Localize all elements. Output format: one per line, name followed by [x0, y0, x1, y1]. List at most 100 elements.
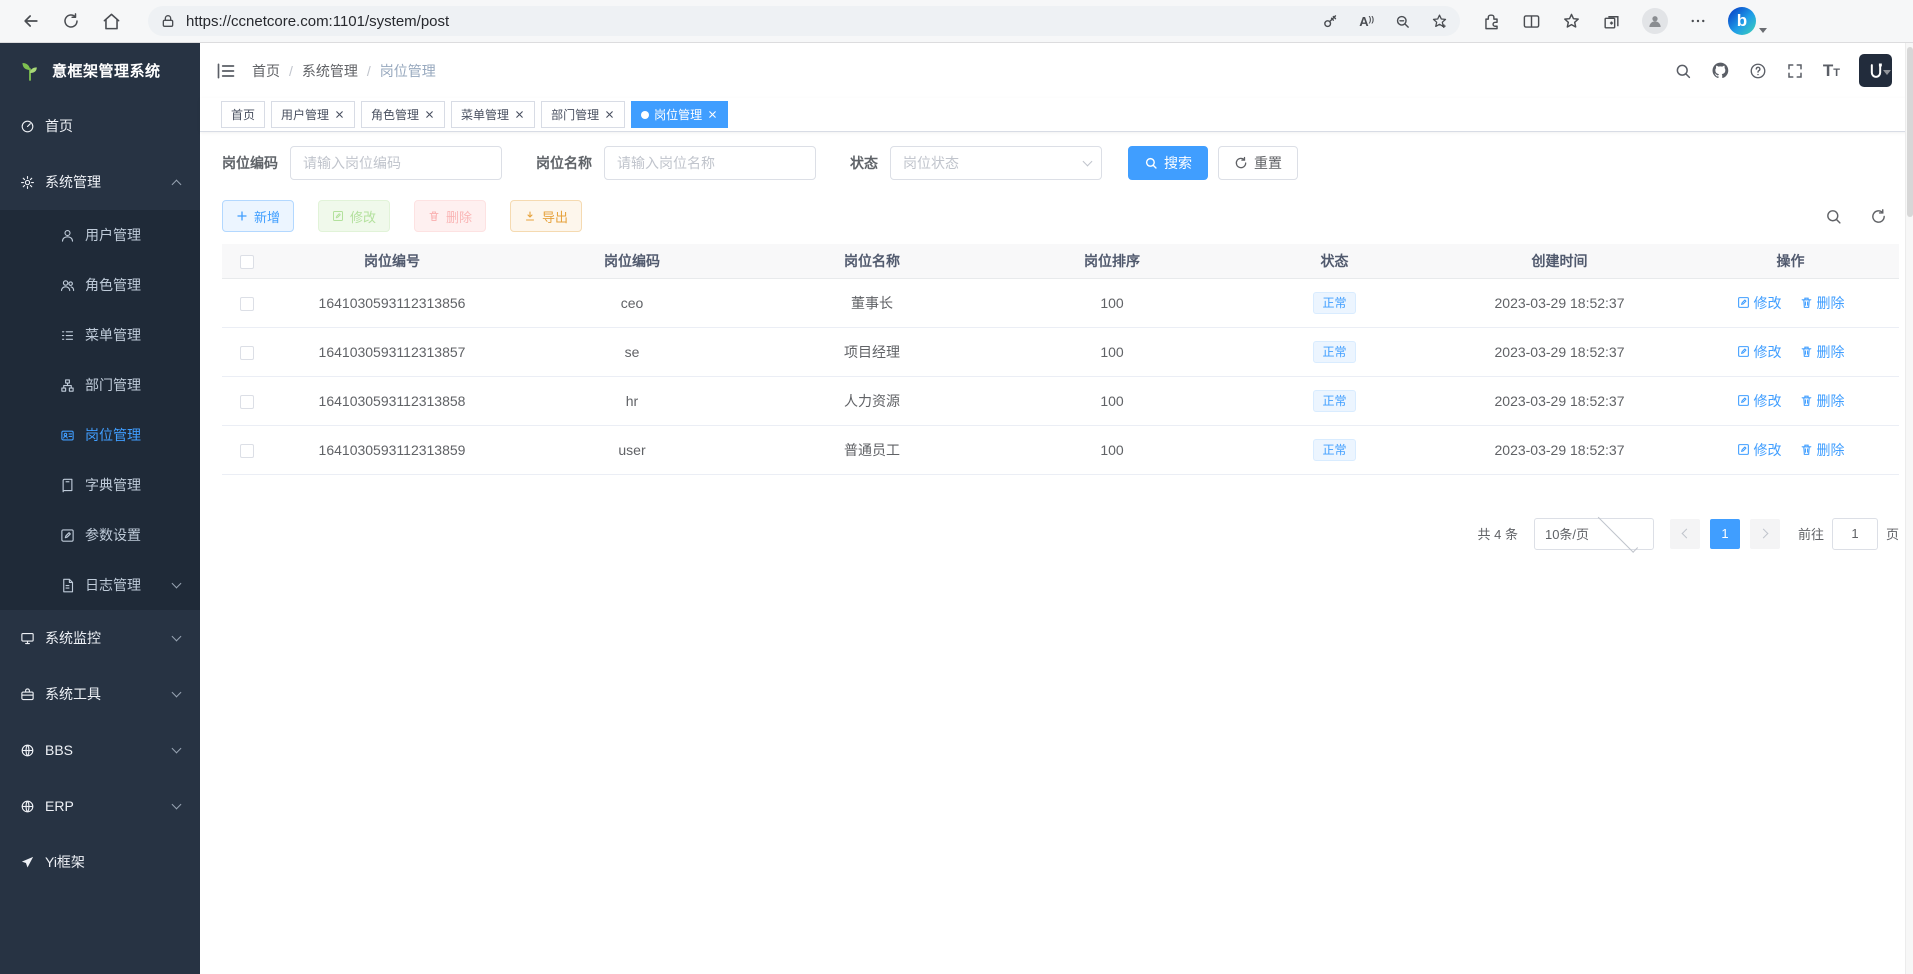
- sidebar-item-bbs[interactable]: BBS: [0, 722, 200, 778]
- add-favorite-icon[interactable]: [1431, 13, 1448, 30]
- toggle-search-icon[interactable]: [1825, 208, 1842, 225]
- dashboard-icon: [20, 119, 35, 134]
- row-checkbox[interactable]: [240, 444, 254, 458]
- col-created-at: 创建时间: [1437, 244, 1682, 278]
- post-code-input[interactable]: [290, 146, 502, 180]
- post-sort-cell: 100: [992, 278, 1232, 327]
- tab-home[interactable]: 首页: [221, 101, 265, 128]
- export-button[interactable]: 导出: [510, 200, 582, 232]
- row-delete-link[interactable]: 删除: [1800, 440, 1845, 460]
- table-row[interactable]: 1641030593112313857 se 项目经理 100 正常 2023-…: [222, 327, 1899, 376]
- delete-button-disabled[interactable]: 删除: [414, 200, 486, 232]
- sidebar-item-label: 字典管理: [85, 475, 141, 495]
- refresh-table-icon[interactable]: [1870, 208, 1887, 225]
- sidebar-item-param-settings[interactable]: 参数设置: [0, 510, 200, 560]
- scrollbar-thumb[interactable]: [1907, 47, 1913, 217]
- chevron-down-icon: [172, 632, 182, 642]
- page-size-select[interactable]: 10条/页: [1534, 518, 1654, 550]
- sidebar-item-menu-mgmt[interactable]: 菜单管理: [0, 310, 200, 360]
- app-logo[interactable]: 意框架管理系统: [0, 43, 200, 98]
- sidebar-collapse-icon[interactable]: [216, 61, 236, 81]
- url-text[interactable]: https://ccnetcore.com:1101/system/post: [186, 13, 1322, 30]
- col-actions: 操作: [1682, 244, 1899, 278]
- browser-refresh-button[interactable]: [54, 4, 88, 38]
- header-search-icon[interactable]: [1674, 62, 1692, 80]
- sidebar-item-system-monitor[interactable]: 系统监控: [0, 610, 200, 666]
- collections-icon[interactable]: [1602, 12, 1621, 31]
- row-delete-link[interactable]: 删除: [1800, 342, 1845, 362]
- row-edit-link[interactable]: 修改: [1737, 440, 1782, 460]
- page-scrollbar[interactable]: [1905, 43, 1913, 974]
- sidebar-item-role-mgmt[interactable]: 角色管理: [0, 260, 200, 310]
- address-bar[interactable]: https://ccnetcore.com:1101/system/post A…: [148, 6, 1460, 36]
- reset-button[interactable]: 重置: [1218, 146, 1298, 180]
- sidebar-item-dict-mgmt[interactable]: 字典管理: [0, 460, 200, 510]
- sidebar-item-user-mgmt[interactable]: 用户管理: [0, 210, 200, 260]
- fullscreen-icon[interactable]: [1786, 62, 1804, 80]
- avatar-caret-icon[interactable]: [1883, 70, 1891, 75]
- zoom-out-icon[interactable]: [1394, 13, 1411, 30]
- extensions-icon[interactable]: [1482, 12, 1501, 31]
- sidebar-item-erp[interactable]: ERP: [0, 778, 200, 834]
- sidebar-item-log-mgmt[interactable]: 日志管理: [0, 560, 200, 610]
- row-checkbox[interactable]: [240, 297, 254, 311]
- copilot-caret-icon[interactable]: [1759, 28, 1767, 33]
- font-size-icon[interactable]: TT: [1823, 62, 1840, 79]
- app-root: 意框架管理系统 首页 系统管理 用户管理 角色管理: [0, 43, 1913, 974]
- browser-home-button[interactable]: [94, 4, 128, 38]
- sidebar-item-system-tools[interactable]: 系统工具: [0, 666, 200, 722]
- tab-menu-mgmt[interactable]: 菜单管理: [451, 101, 535, 128]
- edit-icon: [1737, 296, 1750, 309]
- tab-dept-mgmt[interactable]: 部门管理: [541, 101, 625, 128]
- table-row[interactable]: 1641030593112313856 ceo 董事长 100 正常 2023-…: [222, 278, 1899, 327]
- table-row[interactable]: 1641030593112313858 hr 人力资源 100 正常 2023-…: [222, 376, 1899, 425]
- sidebar-item-home[interactable]: 首页: [0, 98, 200, 154]
- profile-avatar[interactable]: [1642, 8, 1668, 34]
- password-key-icon[interactable]: [1322, 13, 1339, 30]
- row-edit-link[interactable]: 修改: [1737, 391, 1782, 411]
- trash-icon: [428, 210, 440, 222]
- tab-post-mgmt-active[interactable]: 岗位管理: [631, 101, 728, 128]
- tab-user-mgmt[interactable]: 用户管理: [271, 101, 355, 128]
- table-row[interactable]: 1641030593112313859 user 普通员工 100 正常 202…: [222, 425, 1899, 474]
- close-icon[interactable]: [424, 109, 435, 120]
- row-delete-link[interactable]: 删除: [1800, 293, 1845, 313]
- row-delete-link[interactable]: 删除: [1800, 391, 1845, 411]
- read-aloud-icon[interactable]: A)): [1359, 14, 1374, 29]
- copilot-bing-icon[interactable]: b: [1728, 7, 1756, 35]
- edit-button-disabled[interactable]: 修改: [318, 200, 390, 232]
- add-button[interactable]: 新增: [222, 200, 294, 232]
- post-name-input[interactable]: [604, 146, 816, 180]
- row-edit-link[interactable]: 修改: [1737, 342, 1782, 362]
- page-number-current[interactable]: 1: [1710, 519, 1740, 549]
- next-page-button[interactable]: [1750, 519, 1780, 549]
- prev-page-button[interactable]: [1670, 519, 1700, 549]
- split-screen-icon[interactable]: [1522, 12, 1541, 31]
- goto-page-input[interactable]: [1832, 518, 1878, 550]
- edit-icon: [1737, 394, 1750, 407]
- tab-role-mgmt[interactable]: 角色管理: [361, 101, 445, 128]
- close-icon[interactable]: [514, 109, 525, 120]
- help-icon[interactable]: [1749, 62, 1767, 80]
- close-icon[interactable]: [707, 109, 718, 120]
- select-all-checkbox[interactable]: [240, 255, 254, 269]
- close-icon[interactable]: [604, 109, 615, 120]
- sidebar-item-post-mgmt[interactable]: 岗位管理: [0, 410, 200, 460]
- row-edit-link[interactable]: 修改: [1737, 293, 1782, 313]
- sidebar-item-system-mgmt[interactable]: 系统管理: [0, 154, 200, 210]
- search-button[interactable]: 搜索: [1128, 146, 1208, 180]
- github-icon[interactable]: [1711, 61, 1730, 80]
- home-icon: [102, 12, 121, 31]
- settings-ellipsis-icon[interactable]: [1689, 12, 1707, 30]
- favorites-icon[interactable]: [1562, 12, 1581, 31]
- row-checkbox[interactable]: [240, 346, 254, 360]
- row-checkbox[interactable]: [240, 395, 254, 409]
- breadcrumb-system-mgmt[interactable]: 系统管理: [302, 61, 358, 81]
- close-icon[interactable]: [334, 109, 345, 120]
- breadcrumb-home[interactable]: 首页: [252, 61, 280, 81]
- post-id-cell: 1641030593112313858: [272, 376, 512, 425]
- sidebar-item-yi-framework[interactable]: Yi框架: [0, 834, 200, 890]
- sidebar-item-dept-mgmt[interactable]: 部门管理: [0, 360, 200, 410]
- status-select[interactable]: 岗位状态: [890, 146, 1102, 180]
- browser-back-button[interactable]: [14, 4, 48, 38]
